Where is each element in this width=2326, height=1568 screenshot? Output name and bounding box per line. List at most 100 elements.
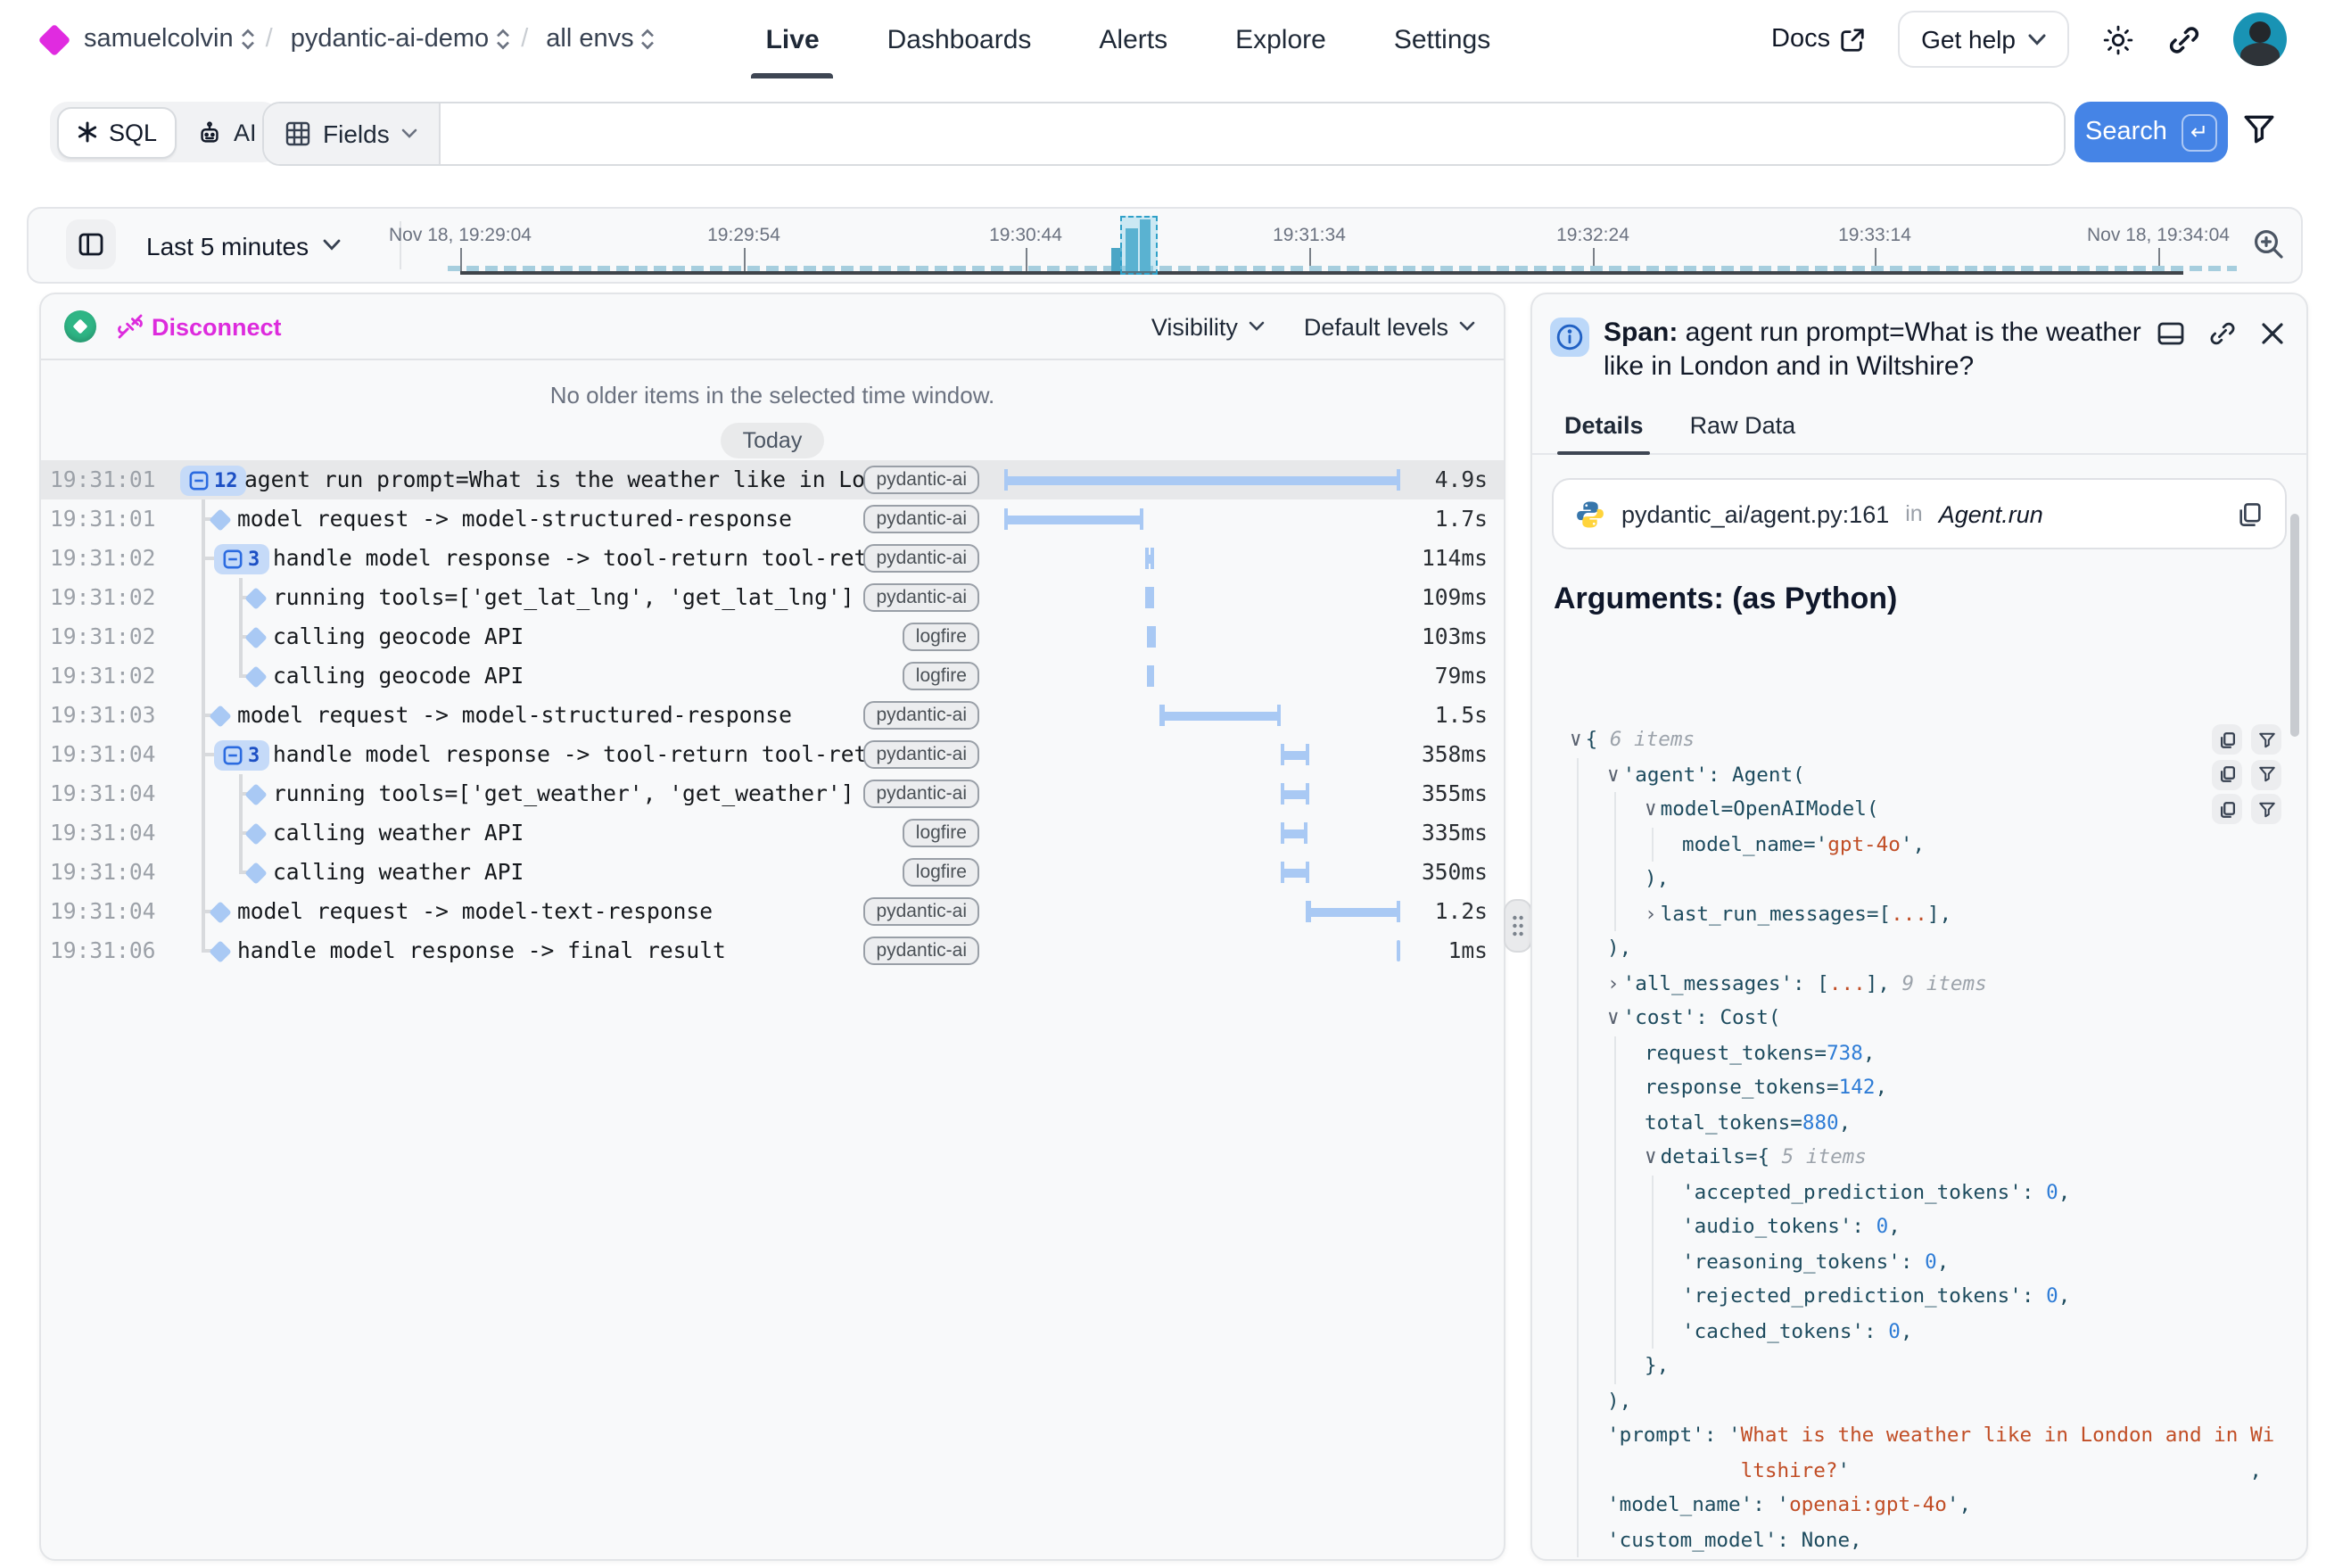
gantt-track [1004,931,1400,970]
search-input[interactable] [441,103,2064,164]
indent-guide [1614,1070,1616,1105]
default-levels-dropdown[interactable]: Default levels [1304,313,1475,340]
trace-row[interactable]: 19:31:04calling weather APIlogfire335ms [41,813,1504,853]
trace-row[interactable]: 19:31:043handle model response -> tool-r… [41,735,1504,774]
search-button[interactable]: Search ↵ [2074,102,2228,162]
nav-item-dashboards[interactable]: Dashboards [887,0,1032,78]
code-token: 'agent': Agent( [1623,763,1805,786]
share-link-icon[interactable] [2167,22,2201,56]
copy-icon[interactable] [2237,500,2264,527]
get-help-button[interactable]: Get help [1898,11,2069,68]
trace-row[interactable]: 19:31:02calling geocode APIlogfire103ms [41,617,1504,656]
code-line: 'custom_model': None, [1552,1523,2287,1557]
nav-item-settings[interactable]: Settings [1394,0,1490,78]
source-location-chip[interactable]: pydantic_ai/agent.py:161 in Agent.run [1552,478,2287,549]
nav-item-alerts[interactable]: Alerts [1099,0,1167,78]
fields-button[interactable]: Fields [264,103,441,164]
trace-row-duration: 358ms [1363,735,1488,774]
close-icon[interactable] [2260,321,2285,346]
trace-row[interactable]: 19:31:0112agent run prompt=What is the w… [41,460,1504,499]
timeline-selection[interactable] [1120,216,1158,275]
code-token: ... [1891,902,1927,925]
tree-caret[interactable]: ∨ [1645,1145,1657,1168]
trace-row-name: calling weather API [273,853,976,892]
code-token: 5 items [1782,1145,1867,1168]
chevron-updown-icon [641,29,656,50]
tree-caret[interactable]: ∨ [1607,1006,1620,1029]
collapse-badge[interactable]: 12 [180,465,247,495]
nav-item-live[interactable]: Live [766,0,820,78]
code-token: 9 items [1902,971,1987,994]
today-button[interactable]: Today [722,423,824,458]
gantt-bar [1004,508,1142,530]
trace-row[interactable]: 19:31:02running tools=['get_lat_lng', 'g… [41,578,1504,617]
search-toolbar: SQL AI Fields Search ↵ [0,78,2326,186]
tree-caret[interactable]: ∨ [1570,728,1582,751]
breadcrumb-project[interactable]: pydantic-ai-demo [266,25,511,54]
breadcrumb-org-label: samuelcolvin [84,25,234,54]
disconnect-button[interactable]: Disconnect [118,313,282,340]
trace-row[interactable]: 19:31:02calling geocode APIlogfire79ms [41,656,1504,696]
timeline-axis [460,271,2183,274]
sidebar-toggle-button[interactable] [66,219,116,269]
tree-caret[interactable]: › [1645,902,1657,925]
indent-guide [1577,1383,1579,1418]
panel-bottom-icon[interactable] [2157,319,2185,348]
gantt-bar [1004,469,1400,491]
panel-resize-handle[interactable] [1504,899,1532,953]
filter-node-button[interactable] [2251,794,2281,824]
unplug-icon [118,314,143,339]
copy-node-button[interactable] [2212,759,2242,789]
code-token: 'model_name': ' [1607,1493,1789,1516]
code-token: 0 [1925,1250,1937,1273]
code-token: 'rejected_prediction_tokens': [1682,1284,2046,1308]
trace-row[interactable]: 19:31:04calling weather APIlogfire350ms [41,853,1504,892]
trace-row[interactable]: 19:31:04running tools=['get_weather', 'g… [41,774,1504,813]
tab-raw-data[interactable]: Raw Data [1690,412,1796,453]
visibility-dropdown[interactable]: Visibility [1151,313,1265,340]
tree-caret[interactable]: ∨ [1607,763,1620,786]
code-token: What is the weather like in London and i… [1741,1424,2275,1447]
tree-guide [202,813,204,853]
detail-tabs: Details Raw Data [1532,412,2306,455]
trace-row[interactable]: 19:31:03model request -> model-structure… [41,696,1504,735]
tree-caret[interactable]: ∨ [1645,797,1657,821]
theme-toggle-sun-icon[interactable] [2101,22,2135,56]
copy-link-icon[interactable] [2208,319,2237,348]
copy-node-button[interactable] [2212,724,2242,755]
scope-tag: pydantic-ai [863,583,979,612]
gantt-track [1004,539,1400,578]
filter-node-button[interactable] [2251,759,2281,789]
docs-link[interactable]: Docs [1771,25,1866,54]
filter-funnel-icon[interactable] [2242,112,2276,146]
scrollbar-thumb[interactable] [2290,514,2299,737]
trace-row-duration: 79ms [1363,656,1488,696]
collapse-badge[interactable]: 3 [214,543,268,574]
collapse-badge[interactable]: 3 [214,739,268,770]
nav-item-explore[interactable]: Explore [1235,0,1326,78]
sql-mode-button[interactable]: SQL [57,106,177,158]
timeline-tick-label: 19:33:14 [1838,225,1911,246]
breadcrumb-env[interactable]: all envs [521,25,655,54]
copy-node-button[interactable] [2212,794,2242,824]
trace-row[interactable]: 19:31:023handle model response -> tool-r… [41,539,1504,578]
breadcrumb-org[interactable]: samuelcolvin [84,25,255,54]
ai-mode-button[interactable]: AI [180,119,273,145]
trace-row[interactable]: 19:31:01model request -> model-structure… [41,499,1504,539]
user-avatar[interactable] [2233,12,2287,66]
trace-row[interactable]: 19:31:06handle model response -> final r… [41,931,1504,970]
timeline-tick-label: Nov 18, 19:34:04 [2087,225,2230,246]
tab-details[interactable]: Details [1564,412,1644,453]
trace-row[interactable]: 19:31:04model request -> model-text-resp… [41,892,1504,931]
tree-caret[interactable]: › [1607,971,1620,994]
chevron-down-icon [323,239,341,252]
time-range-dropdown[interactable]: Last 5 minutes [146,209,341,282]
filter-node-button[interactable] [2251,724,2281,755]
zoom-in-icon[interactable] [2251,227,2287,262]
trace-row-time: 19:31:04 [50,892,155,931]
search-button-label: Search [2085,118,2167,146]
indent-guide [1614,1349,1616,1383]
code-token: 'audio_tokens': [1682,1215,1876,1238]
child-count: 3 [248,743,260,766]
code-line: ∨'cost': Cost( [1552,1001,2287,1036]
